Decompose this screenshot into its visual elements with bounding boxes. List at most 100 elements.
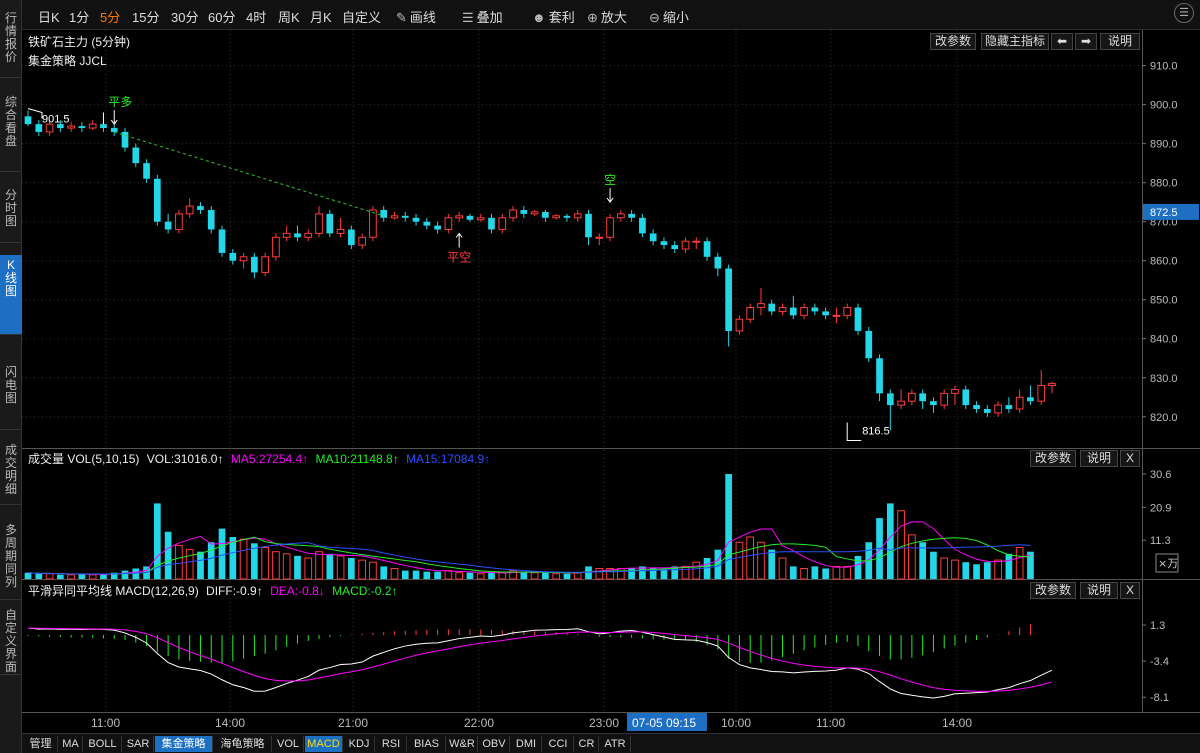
vol-bar-up <box>735 541 744 580</box>
vol-bar-up <box>573 572 582 580</box>
layers-icon: ☰ <box>462 10 474 25</box>
vol-params-button[interactable]: 改参数 <box>1030 450 1076 467</box>
indicator-tab-8[interactable]: KDJ <box>344 736 375 752</box>
period-button-9[interactable]: 自定义 <box>342 7 381 26</box>
candle-body-up <box>800 307 808 316</box>
candle-body-up <box>940 392 949 406</box>
chart-area[interactable]: 910.0900.0890.0880.0870.0860.0850.0840.0… <box>22 30 1200 733</box>
indicator-tab-11[interactable]: W&R <box>447 736 478 752</box>
indicator-tab-4[interactable]: 集金策略 <box>155 736 213 752</box>
indicator-tab-5[interactable]: 海龟策略 <box>214 736 272 752</box>
nav-tab-label: 综合看盘 <box>4 95 17 148</box>
price-tick-label: 880.0 <box>1150 178 1178 190</box>
macd-params-button[interactable]: 改参数 <box>1030 582 1076 599</box>
period-button-2[interactable]: 5分 <box>100 7 120 26</box>
nav-tab-3[interactable]: K线图 <box>0 255 22 335</box>
period-button-1[interactable]: 1分 <box>69 7 89 26</box>
vol-bar-up <box>336 555 345 580</box>
tool-label: 套利 <box>548 10 575 25</box>
nav-tab-0[interactable]: 行情报价 <box>0 8 22 78</box>
candle-body-up <box>185 205 194 215</box>
time-tick-label: 23:00 <box>589 716 619 730</box>
candle-body-down <box>1027 397 1034 402</box>
period-button-4[interactable]: 30分 <box>171 7 198 26</box>
indicator-tab-9[interactable]: RSI <box>376 736 407 752</box>
candle-body-up <box>606 217 614 238</box>
period-button-8[interactable]: 月K <box>310 7 332 26</box>
signal-label: 空 <box>604 173 616 187</box>
vol-bar-down <box>930 551 937 579</box>
vol-bar-down <box>563 573 571 579</box>
period-button-3[interactable]: 15分 <box>132 7 159 26</box>
vol-bar-down <box>725 474 732 579</box>
indicator-tab-15[interactable]: CR <box>575 736 599 752</box>
vol-close-button[interactable]: X <box>1120 450 1140 467</box>
indicator-tab-13[interactable]: DMI <box>511 736 542 752</box>
vol-ma15: MA15:17084.9↑ <box>406 452 491 466</box>
hide-main-indicator-button[interactable]: 隐藏主指标 <box>981 33 1049 50</box>
layers-button[interactable]: ☰ 叠加 <box>462 7 503 26</box>
pencil-button[interactable]: ✎ 画线 <box>396 7 436 26</box>
main-params-button[interactable]: 改参数 <box>930 33 976 50</box>
indicator-tab-12[interactable]: OBV <box>479 736 510 752</box>
nav-tab-1[interactable]: 综合看盘 <box>0 92 22 172</box>
top-toolbar: ☰ 日K 1分 5分 15分 30分 60分 4时 周K 月K 自定义 ✎ 画线 ☰ 叠加 ☻ 套利 ⊕ 放大 ⊖ 缩… <box>22 0 1200 30</box>
indicator-tab-14[interactable]: CCI <box>543 736 574 752</box>
candle-body-down <box>218 229 226 253</box>
low-price-label: 816.5 <box>862 425 890 437</box>
nav-tab-7[interactable]: 自定义界面 <box>0 605 22 675</box>
vol-bar-down <box>207 542 215 579</box>
macd-help-button[interactable]: 说明 <box>1080 582 1118 599</box>
indicator-tab-2[interactable]: BOLL <box>84 736 122 752</box>
candle-body-up <box>552 215 561 219</box>
nav-tab-label: 自定义界面 <box>4 608 17 674</box>
arbitrage-button[interactable]: ☻ 套利 <box>532 7 575 26</box>
menu-icon[interactable]: ☰ <box>1174 3 1194 23</box>
candle-body-up <box>735 318 744 332</box>
vol-bar-up <box>951 559 959 580</box>
nav-tab-label: 闪电图 <box>4 365 17 405</box>
candle-body-up <box>692 240 701 243</box>
period-button-7[interactable]: 周K <box>278 7 300 26</box>
vol-bar-up <box>390 568 399 580</box>
vol-help-button[interactable]: 说明 <box>1080 450 1118 467</box>
scroll-right-button[interactable]: ➡ <box>1075 33 1097 50</box>
nav-tab-4[interactable]: 闪电图 <box>0 362 22 430</box>
candle-body-up <box>897 400 905 406</box>
vol-bar-down <box>962 562 970 579</box>
macd-close-button[interactable]: X <box>1120 582 1140 599</box>
candle-body-down <box>811 307 819 312</box>
vol-bar-up <box>304 557 313 580</box>
zoom-out-button[interactable]: ⊖ 缩小 <box>649 7 689 26</box>
signal-label: 平多 <box>108 95 132 109</box>
candle-body-up <box>272 236 280 258</box>
vol-bar-down <box>973 564 980 579</box>
period-button-5[interactable]: 60分 <box>208 7 235 26</box>
indicator-tab-7[interactable]: MACD <box>305 736 343 752</box>
vol-bar-up <box>530 572 539 580</box>
nav-tab-2[interactable]: 分时图 <box>0 185 22 243</box>
vol-bar-up <box>617 568 625 580</box>
candle-body-up <box>455 215 463 219</box>
candle-body-down <box>789 307 797 316</box>
indicator-tab-0[interactable]: 管理 <box>24 736 58 752</box>
indicator-tab-16[interactable]: ATR <box>600 736 631 752</box>
indicator-tab-1[interactable]: MA <box>59 736 83 752</box>
candle-body-down <box>585 213 592 238</box>
candle-body-up <box>509 209 517 219</box>
candle-body-down <box>876 358 883 394</box>
vol-bar-down <box>24 572 32 579</box>
period-button-0[interactable]: 日K <box>38 7 60 26</box>
scroll-left-button[interactable]: ⬅ <box>1051 33 1073 50</box>
nav-tab-6[interactable]: 多周期同列 <box>0 520 22 600</box>
candle-body-down <box>251 256 258 273</box>
nav-tab-5[interactable]: 成交明细 <box>0 440 22 505</box>
indicator-tab-3[interactable]: SAR <box>123 736 154 752</box>
zoom-in-button[interactable]: ⊕ 放大 <box>587 7 627 26</box>
main-help-button[interactable]: 说明 <box>1100 33 1140 50</box>
arbitrage-icon: ☻ <box>532 10 546 25</box>
vol-bar-down <box>294 555 301 579</box>
indicator-tab-10[interactable]: BIAS <box>408 736 446 752</box>
indicator-tab-6[interactable]: VOL <box>273 736 304 752</box>
period-button-6[interactable]: 4时 <box>246 7 266 26</box>
